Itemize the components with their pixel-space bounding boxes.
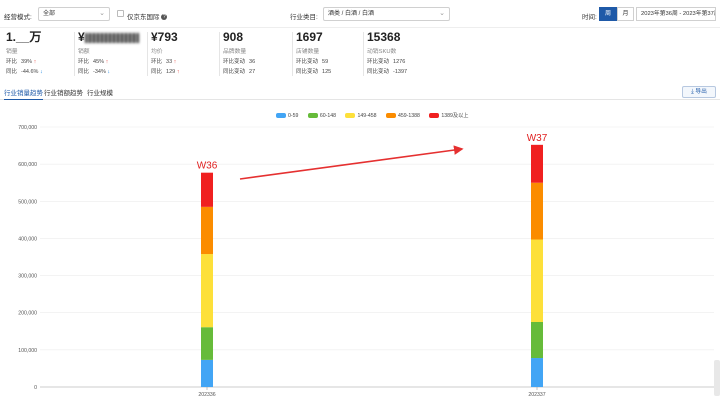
y-tick-label: 500,000	[18, 199, 37, 205]
time-label: 时间:	[582, 14, 597, 21]
metric-name: 均价	[151, 49, 163, 55]
y-tick-label: 100,000	[18, 348, 37, 354]
bar-segment	[201, 359, 213, 387]
bar-segment	[201, 172, 213, 207]
jd-intl-checkbox[interactable]	[117, 10, 124, 17]
metric-mom: 环比变动 36	[223, 59, 256, 65]
tab-sales-volume-trend[interactable]: 行业销量趋势	[4, 87, 43, 100]
metric-name: 销量	[6, 49, 18, 55]
metrics-panel: 1.__万 销量 环比 39% ↑ 同比 -44.6% ↓ ¥ 销额 环比 45% ↑…	[0, 30, 720, 82]
metric-name: 动销SKU数	[367, 49, 397, 55]
help-icon: ?	[161, 14, 168, 21]
metric-store-count: 1697 店铺数量 环比变动 59 同比变动 125	[292, 30, 356, 82]
metric-sku-count: 15368 动销SKU数 环比变动 1276 同比变动 -1397	[363, 30, 437, 82]
bar-segment	[531, 358, 543, 387]
category-value: 酒类 / 白酒 / 白酒	[328, 11, 375, 17]
x-tick-label: 202337	[528, 392, 545, 398]
bar-segment	[201, 254, 213, 328]
jd-intl-label: 仅京东国际 ?	[127, 14, 168, 21]
metric-value: ¥793	[151, 30, 178, 44]
metric-yoy: 同比变动 27	[223, 69, 256, 75]
metric-value: 908	[223, 30, 244, 44]
metric-name: 店铺数量	[296, 49, 320, 55]
bar-segment	[201, 206, 213, 255]
mode-select[interactable]: 全部 ⌄	[38, 7, 110, 21]
y-tick-label: 0	[34, 385, 37, 391]
x-tick-label: 202336	[198, 392, 215, 398]
y-tick-label: 200,000	[18, 311, 37, 317]
metric-brand-count: 908 品牌数量 环比变动 36 同比变动 27	[219, 30, 283, 82]
chart-tabs: 行业销量趋势 行业销额趋势 行业规模 ⤓ 导出	[0, 84, 720, 100]
metric-value: 1697	[296, 30, 323, 44]
masked-value	[84, 32, 139, 43]
mode-label: 经营模式:	[4, 14, 32, 21]
metric-value: ¥	[78, 30, 142, 44]
y-tick-label: 400,000	[18, 236, 37, 242]
y-tick-label: 300,000	[18, 274, 37, 280]
metric-yoy: 同比变动 -1397	[367, 69, 408, 75]
y-tick-label: 700,000	[18, 125, 37, 131]
period-month-button[interactable]: 月	[617, 7, 634, 21]
metric-value: 15368	[367, 30, 401, 44]
metric-yoy: 同比 -34% ↓	[78, 69, 111, 75]
metric-avg-price: ¥793 均价 环比 33 ↑ 同比 129 ↑	[147, 30, 211, 82]
export-button[interactable]: ⤓ 导出	[682, 86, 716, 98]
metric-name: 销额	[78, 49, 90, 55]
date-range-picker[interactable]: 2023年第36周 - 2023年第37周	[636, 7, 716, 21]
stacked-bar-chart: 0 100,000 200,000 300,000 400,000 500,000 600,…	[18, 125, 714, 398]
bar-segment	[531, 182, 543, 240]
period-week-button[interactable]: 周	[599, 7, 617, 21]
metric-yoy: 同比变动 125	[296, 69, 332, 75]
metric-mom: 环比变动 1276	[367, 59, 406, 65]
annotation-label: W37	[527, 133, 548, 144]
filter-bar: 经营模式: 全部 ⌄ 仅京东国际 ? 行业类目: 酒类 / 白酒 / 白酒 ⌄ …	[0, 0, 720, 28]
y-tick-label: 600,000	[18, 162, 37, 168]
metric-mom: 环比 33 ↑	[151, 59, 177, 65]
metric-mom: 环比 39% ↑	[6, 59, 37, 65]
bar-segment	[531, 239, 543, 322]
metric-yoy: 同比 129 ↑	[151, 69, 180, 75]
tab-sales-amount-trend[interactable]: 行业销额趋势	[44, 87, 83, 100]
scrollbar[interactable]	[714, 360, 720, 396]
chevron-down-icon: ⌄	[439, 10, 445, 17]
bar-segment	[531, 322, 543, 359]
metric-value: 1.__万	[6, 30, 42, 44]
chevron-down-icon: ⌄	[99, 10, 105, 17]
metric-sales-amount: ¥ 销额 环比 45% ↑ 同比 -34% ↓	[74, 30, 142, 82]
category-label: 行业类目:	[290, 14, 318, 21]
metric-sales-volume: 1.__万 销量 环比 39% ↑ 同比 -44.6% ↓	[6, 30, 66, 82]
metric-yoy: 同比 -44.6% ↓	[6, 69, 43, 75]
tab-industry-scale[interactable]: 行业规模	[87, 87, 113, 100]
mode-value: 全部	[43, 11, 56, 17]
metric-name: 品牌数量	[223, 49, 247, 55]
metric-mom: 环比 45% ↑	[78, 59, 109, 65]
bar-segment	[201, 327, 213, 360]
annotation-label: W36	[197, 161, 218, 172]
category-select[interactable]: 酒类 / 白酒 / 白酒 ⌄	[323, 7, 450, 21]
bar-segment	[531, 144, 543, 183]
download-icon: ⤓	[691, 89, 694, 95]
metric-mom: 环比变动 59	[296, 59, 329, 65]
